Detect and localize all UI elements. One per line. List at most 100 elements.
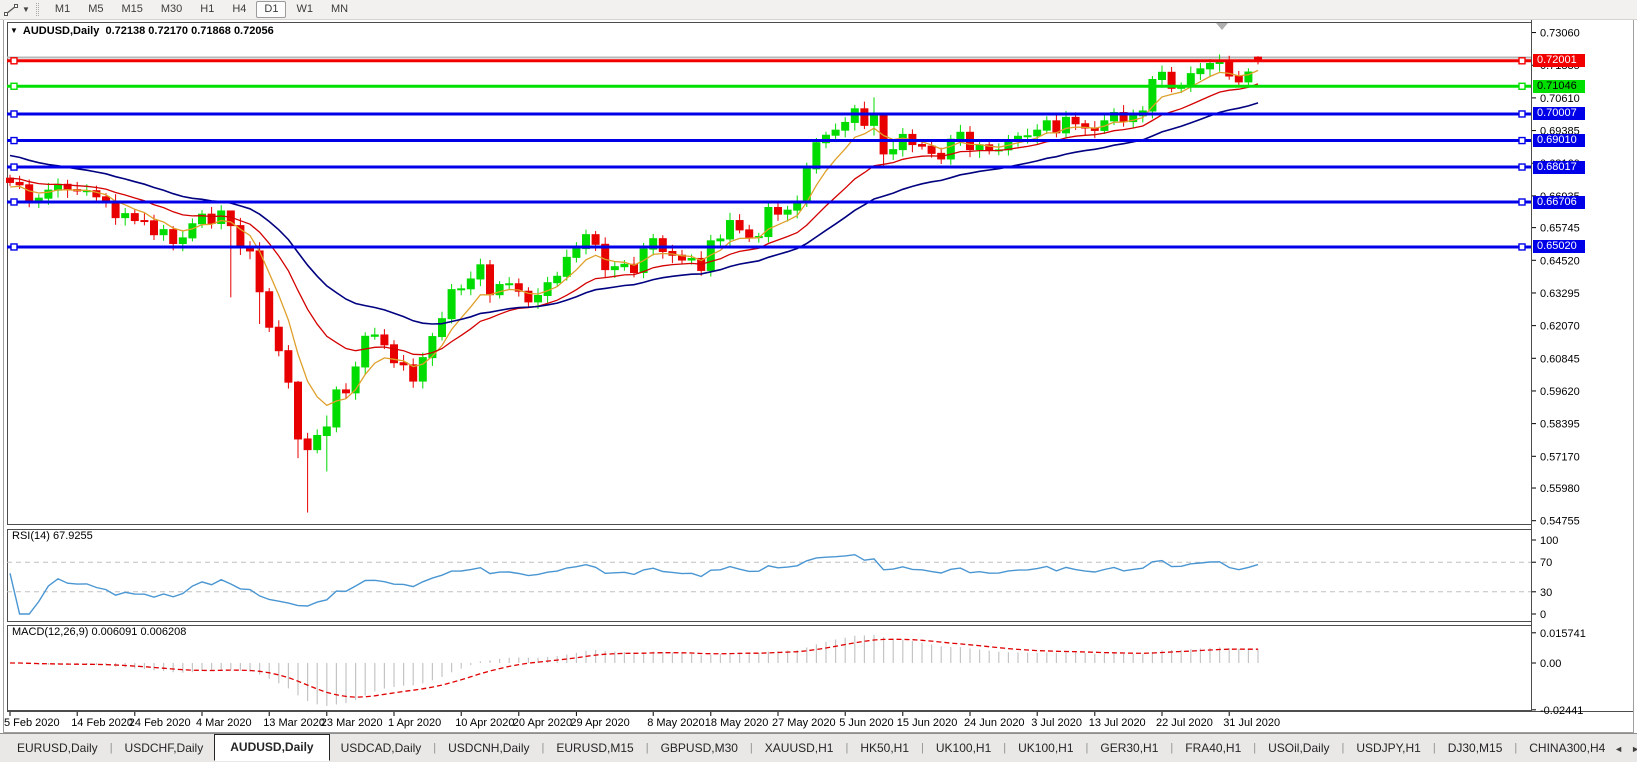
rsi-axis: 100 70 30 0 (1532, 535, 1558, 621)
toolbar-grip (36, 3, 39, 16)
symbol-dropdown-icon: ▼ (10, 26, 18, 35)
price-tick-label: 0.54755 (1540, 516, 1580, 528)
date-tick-label: 22 Jul 2020 (1156, 717, 1213, 729)
timeframe-button-d1[interactable]: D1 (256, 1, 286, 18)
timeframe-button-h1[interactable]: H1 (192, 1, 222, 18)
chart-tab-eurusd-m15[interactable]: EURUSD,M15 (545, 737, 644, 760)
line-handle[interactable] (1519, 164, 1525, 170)
macd-panel (8, 626, 1532, 711)
line-handle[interactable] (11, 111, 17, 117)
chart-symbol-period: AUDUSD,Daily (23, 25, 99, 37)
date-tick-label: 13 Jul 2020 (1089, 717, 1146, 729)
chart-tab-usdchf-daily[interactable]: USDCHF,Daily (114, 737, 215, 760)
rsi-value: 67.9255 (53, 530, 93, 542)
date-tick-label: 29 Apr 2020 (570, 717, 629, 729)
date-tick-label: 24 Jun 2020 (964, 717, 1025, 729)
chart-tab-audusd-daily[interactable]: AUDUSD,Daily (214, 734, 329, 761)
price-badge-0.70007: 0.70007 (1533, 107, 1585, 120)
macd-tick-label: 0.00 (1540, 658, 1561, 670)
chart-tab-hk50-h1[interactable]: HK50,H1 (849, 737, 920, 760)
chart-tab-usdjpy-h1[interactable]: USDJPY,H1 (1345, 737, 1431, 760)
date-tick-label: 13 Mar 2020 (263, 717, 325, 729)
chart-tab-china300-h4[interactable]: CHINA300,H4 (1518, 737, 1616, 760)
chart-tab-usdcad-daily[interactable]: USDCAD,Daily (330, 737, 433, 760)
price-badge-0.66706: 0.66706 (1533, 196, 1585, 209)
line-handle[interactable] (1519, 83, 1525, 89)
chart-canvas[interactable]: 0.730600.718350.706100.693850.681600.669… (0, 0, 1637, 762)
chart-tab-uk100-h1[interactable]: UK100,H1 (1007, 737, 1084, 760)
line-handle[interactable] (11, 164, 17, 170)
date-tick-label: 10 Apr 2020 (455, 717, 514, 729)
price-tick-label: 0.58395 (1540, 419, 1580, 431)
date-tick-label: 5 Jun 2020 (839, 717, 893, 729)
chart-tab-eurusd-daily[interactable]: EURUSD,Daily (6, 737, 109, 760)
line-handle[interactable] (11, 199, 17, 205)
chevron-down-icon[interactable]: ▼ (22, 5, 30, 14)
date-tick-label: 15 Jun 2020 (897, 717, 958, 729)
chart-tab-dj30-m15[interactable]: DJ30,M15 (1437, 737, 1514, 760)
price-tick-label: 0.73060 (1540, 28, 1580, 40)
chart-title: ▼AUDUSD,Daily 0.72138 0.72170 0.71868 0.… (10, 25, 274, 37)
ohlc-open: 0.72138 (105, 25, 145, 37)
line-handle[interactable] (1519, 199, 1525, 205)
rsi-label: RSI(14) 67.9255 (12, 530, 93, 542)
date-tick-label: 18 May 2020 (705, 717, 769, 729)
price-badge-0.65020: 0.65020 (1533, 240, 1585, 253)
date-tick-label: 23 Mar 2020 (321, 717, 383, 729)
price-badge-0.72001: 0.72001 (1533, 54, 1585, 67)
tab-scroll-left-icon[interactable]: ◄ (1614, 742, 1623, 756)
rsi-tick-label: 70 (1540, 557, 1552, 569)
line-studies-icon[interactable] (3, 2, 21, 17)
timeframe-button-m15[interactable]: M15 (113, 1, 150, 18)
line-handle[interactable] (11, 244, 17, 250)
price-badge-0.68017: 0.68017 (1533, 161, 1585, 174)
chart-tab-uk100-h1[interactable]: UK100,H1 (925, 737, 1002, 760)
chart-tab-gbpusd-m30[interactable]: GBPUSD,M30 (650, 737, 749, 760)
price-tick-label: 0.65745 (1540, 223, 1580, 235)
ohlc-high: 0.72170 (148, 25, 188, 37)
date-tick-label: 27 May 2020 (772, 717, 836, 729)
line-handle[interactable] (1519, 111, 1525, 117)
chart-tab-fra40-h1[interactable]: FRA40,H1 (1174, 737, 1252, 760)
tab-scroll-arrows: ◄ ► (1608, 742, 1637, 756)
date-tick-label: 24 Feb 2020 (129, 717, 191, 729)
date-axis: 5 Feb 202014 Feb 202024 Feb 20204 Mar 20… (4, 712, 1280, 729)
line-handle[interactable] (11, 138, 17, 144)
chart-tab-usoil-daily[interactable]: USOil,Daily (1257, 737, 1340, 760)
timeframe-button-h4[interactable]: H4 (224, 1, 254, 18)
price-axis: 0.730600.718350.706100.693850.681600.669… (1532, 28, 1580, 528)
line-handle[interactable] (1519, 58, 1525, 64)
date-tick-label: 4 Mar 2020 (196, 717, 252, 729)
chart-tab-xauusd-h1[interactable]: XAUUSD,H1 (754, 737, 845, 760)
ohlc-low: 0.71868 (191, 25, 231, 37)
tab-scroll-right-icon[interactable]: ► (1631, 742, 1637, 756)
line-handle[interactable] (11, 83, 17, 89)
line-handle[interactable] (11, 58, 17, 64)
line-handle[interactable] (1519, 138, 1525, 144)
price-tick-label: 0.60845 (1540, 353, 1580, 365)
timeframe-button-w1[interactable]: W1 (288, 1, 321, 18)
price-badge-0.71046: 0.71046 (1533, 80, 1585, 93)
macd-tick-label: 0.015741 (1540, 628, 1586, 640)
price-tick-label: 0.64520 (1540, 255, 1580, 267)
chart-svg: 0.730600.718350.706100.693850.681600.669… (0, 0, 1637, 762)
main-panel (8, 23, 1532, 525)
timeframe-button-mn[interactable]: MN (323, 1, 356, 18)
chart-tab-ger30-h1[interactable]: GER30,H1 (1089, 737, 1169, 760)
chart-tab-usdcnh-daily[interactable]: USDCNH,Daily (437, 737, 540, 760)
price-tick-label: 0.62070 (1540, 321, 1580, 333)
date-tick-label: 20 Apr 2020 (513, 717, 572, 729)
date-tick-label: 8 May 2020 (647, 717, 704, 729)
rsi-panel (8, 530, 1532, 622)
date-tick-label: 1 Apr 2020 (388, 717, 441, 729)
macd-value: 0.006091 (91, 626, 137, 638)
timeframe-button-m5[interactable]: M5 (80, 1, 111, 18)
rsi-tick-label: 100 (1540, 535, 1558, 547)
line-handle[interactable] (1519, 244, 1525, 250)
macd-signal-value: 0.006208 (140, 626, 186, 638)
timeframe-button-m1[interactable]: M1 (47, 1, 78, 18)
rsi-tick-label: 0 (1540, 609, 1546, 621)
rsi-tick-label: 30 (1540, 587, 1552, 599)
date-tick-label: 3 Jul 2020 (1031, 717, 1082, 729)
timeframe-button-m30[interactable]: M30 (153, 1, 190, 18)
